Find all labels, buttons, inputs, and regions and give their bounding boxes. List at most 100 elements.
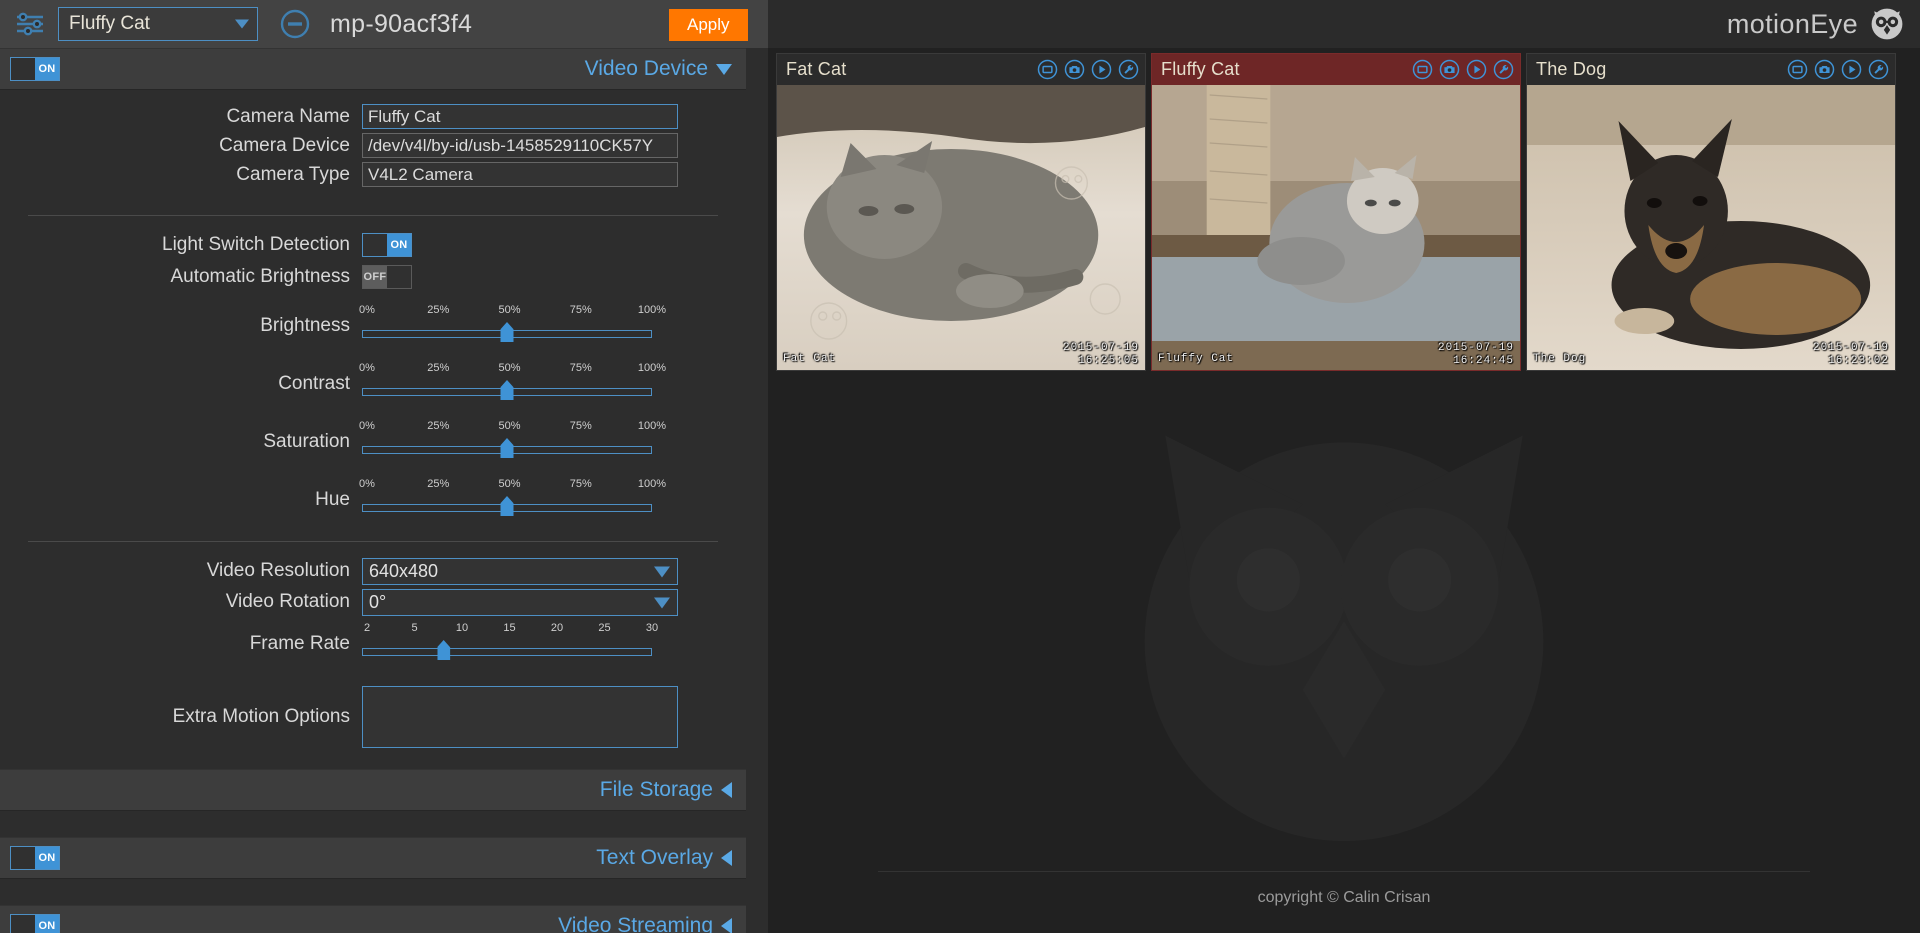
brightness-slider[interactable]: 0%25%50%75%100% — [362, 302, 662, 338]
video-streaming-toggle[interactable]: ON — [10, 914, 60, 933]
hue-slider[interactable]: 0%25%50%75%100% — [362, 476, 662, 512]
toggle-knob — [11, 58, 35, 80]
camera-select[interactable]: Fluffy Cat — [58, 7, 258, 41]
frame-rate-slider[interactable]: 251015202530 — [362, 620, 662, 656]
video-rotation-select[interactable]: 0° — [362, 589, 678, 616]
camera-name-label: Camera Name — [0, 104, 362, 130]
field-camera-device: Camera Device /dev/v4l/by-id/usb-1458529… — [0, 133, 746, 159]
sidebar-section-header-video-device[interactable]: ON Video Device — [0, 48, 746, 90]
toggle-state-label: OFF — [363, 266, 387, 288]
brightness-ticks: 0%25%50%75%100% — [362, 304, 662, 320]
overlay-time: 16:25:05 — [1078, 355, 1139, 367]
text-overlay-toggle[interactable]: ON — [10, 846, 60, 870]
saturation-track[interactable] — [362, 446, 652, 454]
settings-sidebar: ON Video Device Camera Name Fluffy Cat C… — [0, 48, 768, 933]
snapshot-icon[interactable] — [1064, 59, 1085, 80]
contrast-track[interactable] — [362, 388, 652, 396]
contrast-ticks: 0%25%50%75%100% — [362, 362, 662, 378]
extra-motion-options-textarea[interactable] — [362, 686, 678, 748]
camera-stream-image[interactable]: Fluffy Cat 2015-07-1916:24:45 — [1152, 85, 1520, 370]
play-icon[interactable] — [1841, 59, 1862, 80]
brightness-track[interactable] — [362, 330, 652, 338]
snapshot-icon[interactable] — [1814, 59, 1835, 80]
play-icon[interactable] — [1466, 59, 1487, 80]
contrast-label: Contrast — [0, 360, 362, 408]
hue-handle[interactable] — [501, 496, 514, 516]
configure-icon[interactable] — [1118, 59, 1139, 80]
field-saturation: Saturation0%25%50%75%100% — [0, 418, 746, 466]
play-icon[interactable] — [1091, 59, 1112, 80]
frame-rate-track[interactable] — [362, 648, 652, 656]
camera-title: Fat Cat — [786, 59, 1037, 80]
tick-label: 25% — [427, 478, 449, 490]
field-video-rotation: Video Rotation 0° — [0, 589, 746, 616]
image-adjust-sliders: Brightness0%25%50%75%100%Contrast0%25%50… — [0, 302, 746, 524]
automatic-brightness-toggle[interactable]: OFF — [362, 265, 412, 289]
toggle-state-label: ON — [35, 58, 59, 80]
camera-name-input[interactable]: Fluffy Cat — [362, 104, 678, 129]
fullscreen-icon[interactable] — [1787, 59, 1808, 80]
chevron-left-icon — [721, 850, 732, 866]
camera-device-input[interactable]: /dev/v4l/by-id/usb-1458529110CK57Y — [362, 133, 678, 158]
configure-icon[interactable] — [1868, 59, 1889, 80]
section-gap — [0, 811, 746, 837]
sidebar-section-header-text-overlay[interactable]: ON Text Overlay — [0, 837, 746, 879]
tick-label: 25% — [427, 362, 449, 374]
hue-track[interactable] — [362, 504, 652, 512]
camera-view-area: Fat Cat Fat Cat 2015-07-19 — [768, 48, 1920, 933]
camera-panel-the-dog[interactable]: The Dog The Dog 2015-07-1916:23:02 — [1526, 53, 1896, 371]
saturation-label: Saturation — [0, 418, 362, 466]
camera-stream-image[interactable]: Fat Cat 2015-07-1916:25:05 — [777, 85, 1145, 370]
video-resolution-select[interactable]: 640x480 — [362, 558, 678, 585]
video-resolution-label: Video Resolution — [0, 558, 362, 584]
camera-panel-header: Fluffy Cat — [1152, 54, 1520, 85]
camera-controls — [1037, 59, 1139, 80]
apply-button[interactable]: Apply — [669, 9, 748, 41]
camera-panel-fat-cat[interactable]: Fat Cat Fat Cat 2015-07-19 — [776, 53, 1146, 371]
sidebar-section-header-video-streaming[interactable]: ON Video Streaming — [0, 905, 746, 933]
snapshot-icon[interactable] — [1439, 59, 1460, 80]
tick-label: 0% — [359, 420, 375, 432]
chevron-down-icon — [654, 566, 670, 577]
light-switch-detection-label: Light Switch Detection — [0, 232, 362, 258]
automatic-brightness-label: Automatic Brightness — [0, 264, 362, 290]
contrast-handle[interactable] — [501, 380, 514, 400]
saturation-handle[interactable] — [501, 438, 514, 458]
minus-circle-icon[interactable] — [278, 7, 312, 41]
brightness-handle[interactable] — [501, 322, 514, 342]
chevron-down-icon — [716, 64, 732, 75]
field-camera-name: Camera Name Fluffy Cat — [0, 104, 746, 130]
frame-rate-handle[interactable] — [437, 640, 450, 660]
tick-label: 50% — [498, 478, 520, 490]
field-brightness: Brightness0%25%50%75%100% — [0, 302, 746, 350]
camera-select-value: Fluffy Cat — [69, 13, 150, 35]
configure-icon[interactable] — [1493, 59, 1514, 80]
video-device-toggle[interactable]: ON — [10, 57, 60, 81]
camera-stream-image[interactable]: The Dog 2015-07-1916:23:02 — [1527, 85, 1895, 370]
field-hue: Hue0%25%50%75%100% — [0, 476, 746, 524]
section-gap — [0, 879, 746, 905]
divider — [28, 541, 718, 542]
camera-device-label: Camera Device — [0, 133, 362, 159]
tick-label: 2 — [364, 622, 370, 634]
fullscreen-icon[interactable] — [1037, 59, 1058, 80]
contrast-slider[interactable]: 0%25%50%75%100% — [362, 360, 662, 396]
toggle-state-label: ON — [35, 847, 59, 869]
tick-label: 100% — [638, 420, 666, 432]
tick-label: 75% — [570, 362, 592, 374]
camera-panel-fluffy-cat[interactable]: Fluffy Cat Fluffy Cat — [1151, 53, 1521, 371]
saturation-slider[interactable]: 0%25%50%75%100% — [362, 418, 662, 454]
toggle-state-label: ON — [387, 234, 411, 256]
field-extra-motion-options: Extra Motion Options — [0, 686, 746, 748]
footer-divider — [878, 871, 1810, 872]
camera-title: The Dog — [1536, 59, 1787, 80]
frame-rate-ticks: 251015202530 — [362, 622, 662, 638]
sidebar-section-header-file-storage[interactable]: File Storage — [0, 769, 746, 811]
overlay-timestamp: 2015-07-1916:24:45 — [1438, 342, 1514, 368]
light-switch-detection-toggle[interactable]: ON — [362, 233, 412, 257]
field-frame-rate: Frame Rate 251015202530 — [0, 620, 746, 668]
toggle-knob — [11, 847, 35, 869]
fullscreen-icon[interactable] — [1412, 59, 1433, 80]
sliders-icon[interactable] — [10, 8, 50, 40]
toggle-knob — [387, 266, 411, 288]
